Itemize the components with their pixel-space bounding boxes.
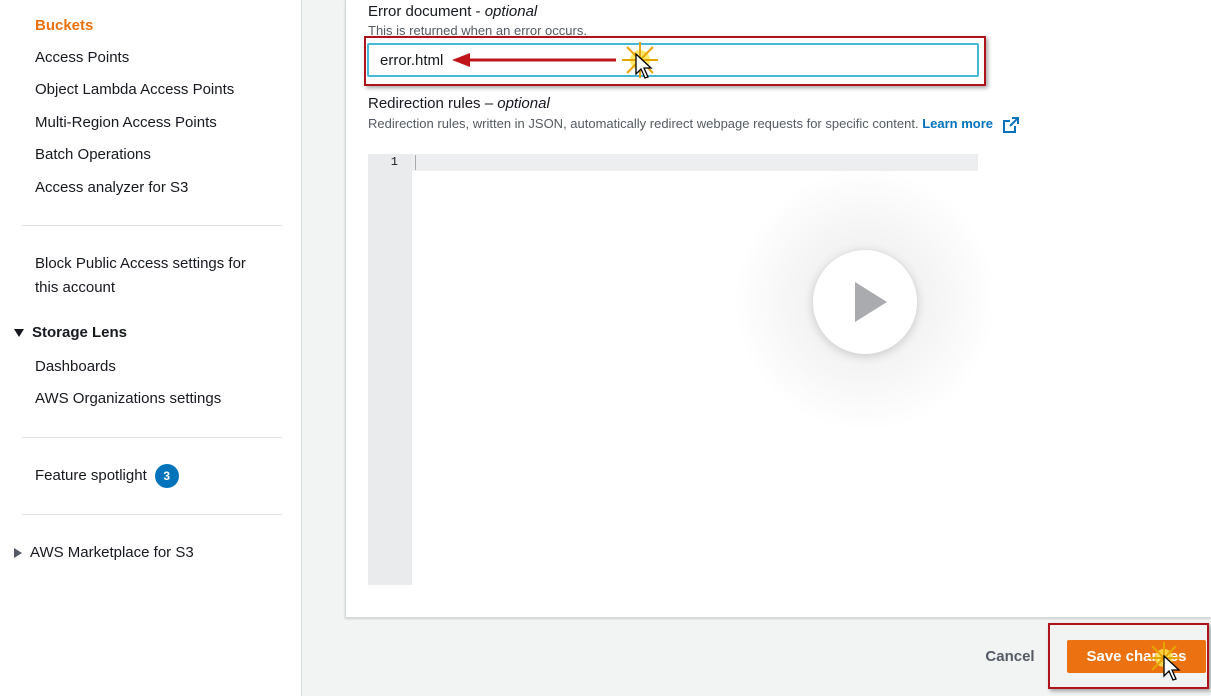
cancel-button[interactable]: Cancel <box>966 640 1054 672</box>
video-play-button[interactable] <box>813 250 917 354</box>
sidebar-divider <box>22 225 282 226</box>
line-number: 1 <box>390 155 398 169</box>
field-label-text: Redirection rules – <box>368 95 498 112</box>
sidebar: Buckets Access Points Object Lambda Acce… <box>0 0 302 696</box>
sidebar-divider <box>22 514 282 515</box>
sidebar-item-block-public-access[interactable]: Block Public Access settings for this ac… <box>35 252 265 300</box>
annotation-arrow-icon <box>452 53 616 67</box>
description-text: Redirection rules, written in JSON, auto… <box>368 116 923 131</box>
text-caret <box>415 155 416 170</box>
redirection-rules-description: Redirection rules, written in JSON, auto… <box>368 116 1019 133</box>
sidebar-item-multi-region-access-points[interactable]: Multi-Region Access Points <box>35 113 217 133</box>
external-link-icon[interactable] <box>1002 116 1019 133</box>
notification-badge: 3 <box>154 464 179 488</box>
sidebar-item-access-analyzer[interactable]: Access analyzer for S3 <box>35 178 188 198</box>
cursor-icon <box>1163 654 1181 681</box>
field-label-text: Error document - <box>368 3 485 20</box>
sidebar-divider <box>22 437 282 438</box>
learn-more-link[interactable]: Learn more <box>922 116 993 131</box>
code-editor-gutter <box>368 154 412 585</box>
triangle-right-icon <box>14 547 22 558</box>
optional-tag: optional <box>497 95 550 112</box>
sidebar-item-label: Feature spotlight <box>35 467 147 484</box>
sidebar-section-label: AWS Marketplace for S3 <box>30 544 194 561</box>
cursor-icon <box>635 52 653 79</box>
sidebar-item-batch-operations[interactable]: Batch Operations <box>35 145 151 165</box>
error-document-label: Error document - optional <box>368 3 537 20</box>
sidebar-item-object-lambda-access-points[interactable]: Object Lambda Access Points <box>35 80 234 100</box>
sidebar-item-buckets[interactable]: Buckets <box>35 16 93 36</box>
sidebar-section-label: Storage Lens <box>32 324 128 341</box>
sidebar-item-dashboards[interactable]: Dashboards <box>35 357 116 377</box>
triangle-down-icon <box>14 328 24 337</box>
sidebar-section-storage-lens[interactable]: Storage Lens <box>14 324 127 341</box>
play-icon <box>855 282 887 322</box>
sidebar-section-marketplace[interactable]: AWS Marketplace for S3 <box>14 544 194 561</box>
optional-tag: optional <box>484 3 538 20</box>
sidebar-item-feature-spotlight[interactable]: Feature spotlight 3 <box>35 464 179 488</box>
code-editor-active-line[interactable] <box>368 154 978 171</box>
sidebar-item-access-points[interactable]: Access Points <box>35 48 129 68</box>
redirection-rules-label: Redirection rules – optional <box>368 95 550 112</box>
sidebar-item-organizations-settings[interactable]: AWS Organizations settings <box>35 389 221 409</box>
